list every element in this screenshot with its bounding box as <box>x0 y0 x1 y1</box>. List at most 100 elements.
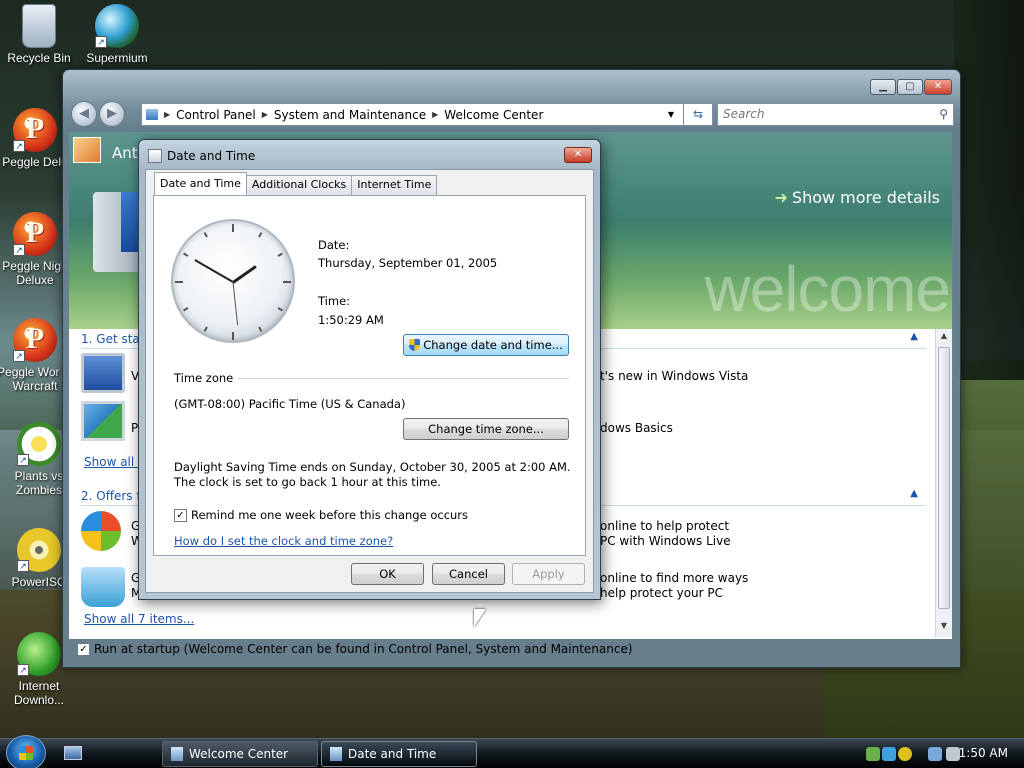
search-icon: ⚲ <box>939 107 948 121</box>
protect-pc-offer-link[interactable]: online to find more ways help protect yo… <box>600 571 748 601</box>
cancel-button[interactable]: Cancel <box>432 563 505 585</box>
maximize-button[interactable]: ▢ <box>897 79 923 95</box>
run-at-startup-label: Run at startup (Welcome Center can be fo… <box>94 642 633 656</box>
change-time-zone-button[interactable]: Change time zone... <box>403 418 569 440</box>
shortcut-arrow-icon: ↗ <box>17 560 29 572</box>
network-tray-icon[interactable] <box>866 747 880 761</box>
show-desktop-icon[interactable] <box>64 746 82 760</box>
tab-internet-time[interactable]: Internet Time <box>351 175 438 195</box>
dialog-title: Date and Time <box>167 149 256 163</box>
shortcut-arrow-icon: ↗ <box>13 350 25 362</box>
time-value: 1:50:29 AM <box>318 313 384 327</box>
apply-button[interactable]: Apply <box>512 563 585 585</box>
shopping-basket-icon <box>81 567 125 607</box>
collapse-section-icon[interactable]: ▲ <box>910 331 918 342</box>
taskbar-button-welcome-center[interactable]: Welcome Center <box>162 741 318 767</box>
taskbar-clock[interactable]: 1:50 AM <box>959 746 1008 760</box>
picture-icon <box>81 401 125 441</box>
desktop-icon-supermium[interactable]: ↗ Supermium <box>79 4 155 65</box>
scroll-down-icon[interactable]: ▼ <box>938 621 950 635</box>
welcome-watermark: welcome <box>704 253 951 325</box>
date-value: Thursday, September 01, 2005 <box>318 256 498 270</box>
download-manager-icon: ↗ <box>17 632 61 676</box>
show-all-7-link[interactable]: Show all 7 items... <box>84 612 194 626</box>
scrollbar-thumb[interactable] <box>938 347 950 609</box>
scroll-up-icon[interactable]: ▲ <box>938 331 950 345</box>
run-at-startup-row: ✓ Run at startup (Welcome Center can be … <box>77 642 633 656</box>
breadcrumb-separator-icon: ▶ <box>432 110 439 119</box>
desktop-icon-recycle-bin[interactable]: Recycle Bin <box>1 4 77 65</box>
shortcut-arrow-icon: ↗ <box>13 244 25 256</box>
recycle-bin-icon <box>22 4 56 48</box>
windows-logo-icon <box>81 511 121 551</box>
mouse-cursor-icon <box>474 609 486 627</box>
browser-icon: ↗ <box>95 4 139 48</box>
shortcut-arrow-icon: ↗ <box>13 140 25 152</box>
breadcrumb-separator-icon: ▶ <box>261 110 268 119</box>
taskbar: Welcome Center Date and Time 1:50 AM <box>0 735 1024 768</box>
collapse-section-icon[interactable]: ▲ <box>910 488 918 499</box>
clock-second-hand <box>232 281 239 326</box>
show-all-9-link[interactable]: Show all 9 <box>84 455 146 469</box>
windows-live-offer-link[interactable]: online to help protect PC with Windows L… <box>600 519 731 549</box>
remind-me-checkbox[interactable]: ✓ <box>174 508 187 522</box>
flower-icon: ↗ <box>17 422 61 466</box>
start-button[interactable] <box>6 735 46 768</box>
breadcrumb-control-panel[interactable]: Control Panel <box>172 108 260 122</box>
user-picture-icon <box>73 137 101 163</box>
disc-icon: ↗ <box>17 528 61 572</box>
address-bar[interactable]: ▶ Control Panel ▶ System and Maintenance… <box>141 103 713 126</box>
peggle-icon: ↗ <box>13 318 57 362</box>
analog-clock-icon <box>171 219 295 343</box>
system-tray: 1:50 AM <box>852 739 1024 768</box>
windows-basics-link[interactable]: dows Basics <box>600 421 673 435</box>
search-input[interactable]: Search ⚲ <box>717 103 954 126</box>
date-and-time-dialog: Date and Time ✕ Date and Time Additional… <box>138 139 601 600</box>
help-link[interactable]: How do I set the clock and time zone? <box>174 534 393 548</box>
time-label: Time: <box>318 294 351 308</box>
section-offers-heading: 2. Offers fr <box>81 489 146 503</box>
remind-me-label: Remind me one week before this change oc… <box>191 508 469 522</box>
ok-button[interactable]: OK <box>351 563 424 585</box>
change-date-and-time-button[interactable]: Change date and time... <box>403 334 569 356</box>
close-button[interactable]: ✕ <box>924 79 952 95</box>
date-label: Date: <box>318 238 350 252</box>
forward-button[interactable]: ▶ <box>99 101 125 127</box>
shortcut-arrow-icon: ↗ <box>17 454 29 466</box>
whats-new-link[interactable]: t's new in Windows Vista <box>600 369 748 383</box>
taskbar-button-date-and-time[interactable]: Date and Time <box>321 741 477 767</box>
refresh-button[interactable]: ⇆ <box>683 103 713 126</box>
peggle-icon: ↗ <box>13 108 57 152</box>
tab-additional-clocks[interactable]: Additional Clocks <box>245 175 353 195</box>
breadcrumb-welcome-center[interactable]: Welcome Center <box>440 108 547 122</box>
window-caption-buttons: ▁ ▢ ✕ <box>870 79 952 95</box>
navigation-bar: ◀ ▶ ▶ Control Panel ▶ System and Mainten… <box>71 101 954 127</box>
time-zone-divider <box>238 378 569 379</box>
minimize-button[interactable]: ▁ <box>870 79 896 95</box>
time-zone-heading: Time zone <box>174 371 234 385</box>
uac-shield-icon <box>409 339 421 351</box>
clock-minute-hand <box>194 259 234 283</box>
date-time-tab-panel: Date: Thursday, September 01, 2005 Time:… <box>153 195 586 556</box>
dialog-tabs: Date and Time Additional Clocks Internet… <box>154 172 438 195</box>
desktop-wallpaper-trees <box>954 0 1024 380</box>
run-at-startup-checkbox[interactable]: ✓ <box>77 642 90 656</box>
show-more-details-link[interactable]: ➜ Show more details <box>775 188 941 207</box>
dialog-close-button[interactable]: ✕ <box>564 147 592 163</box>
folder-icon <box>146 109 158 120</box>
network-status-tray-icon[interactable] <box>928 747 942 761</box>
monitor-icon <box>81 353 125 393</box>
address-dropdown-icon[interactable]: ▼ <box>664 110 678 119</box>
breadcrumb-separator-icon: ▶ <box>164 110 171 119</box>
date-time-icon <box>330 747 342 761</box>
time-zone-value: (GMT-08:00) Pacific Time (US & Canada) <box>174 397 406 411</box>
download-tray-icon[interactable] <box>882 747 896 761</box>
vertical-scrollbar[interactable]: ▲ ▼ <box>935 329 952 637</box>
shortcut-arrow-icon: ↗ <box>17 664 29 676</box>
breadcrumb-system-and-maintenance[interactable]: System and Maintenance <box>270 108 430 122</box>
refresh-icon: ⇆ <box>692 107 704 121</box>
back-button[interactable]: ◀ <box>71 101 97 127</box>
shortcut-arrow-icon: ↗ <box>95 36 107 48</box>
poweriso-tray-icon[interactable] <box>898 747 912 761</box>
tab-date-and-time[interactable]: Date and Time <box>154 172 247 195</box>
